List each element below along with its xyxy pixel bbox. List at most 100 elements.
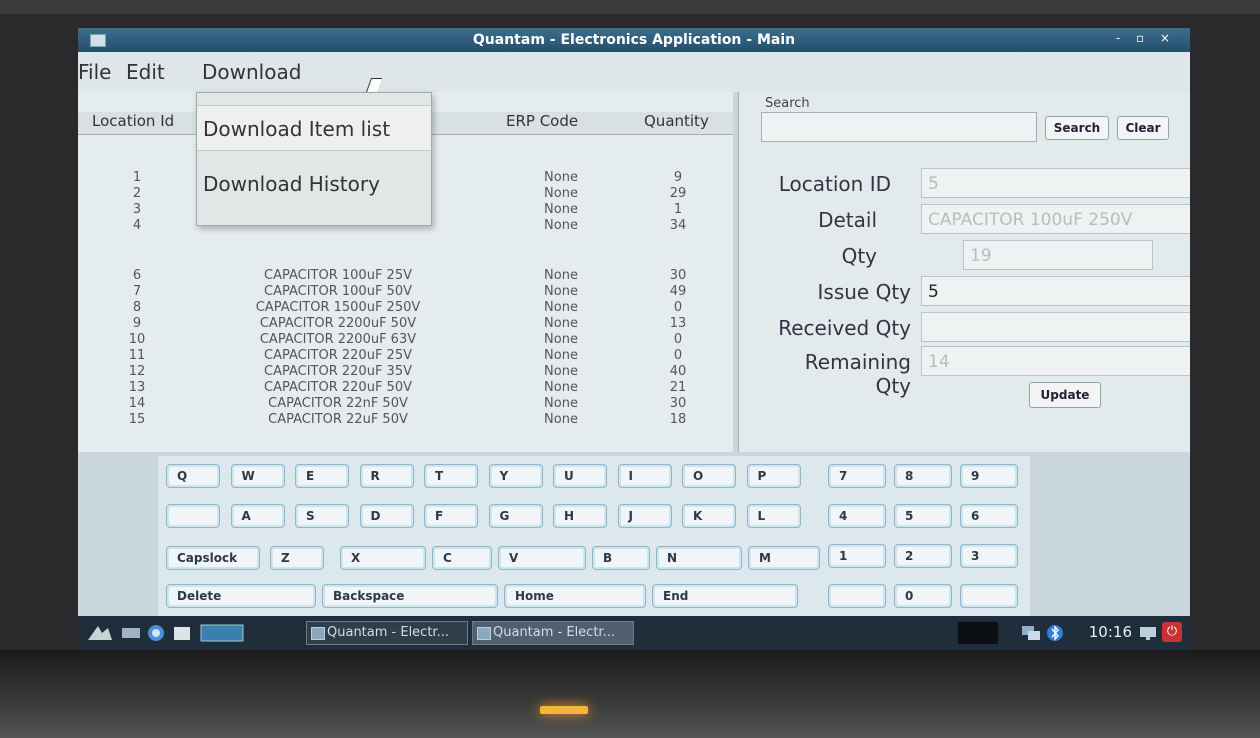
cell-location-id: 12 [128, 364, 146, 379]
menu-edit[interactable]: Edit [126, 60, 165, 84]
cell-erp-code: None [544, 202, 578, 217]
table-row[interactable]: 11 CAPACITOR 220uF 25V None 0 [78, 348, 733, 364]
cell-erp-code: None [544, 170, 578, 185]
table-row[interactable]: 12 CAPACITOR 220uF 35V None 40 [78, 364, 733, 380]
key-b[interactable]: B [592, 546, 650, 570]
remaining-qty-field[interactable]: 14 [921, 346, 1190, 376]
key-o[interactable]: O [682, 464, 736, 488]
table-row[interactable]: 14 CAPACITOR 22nF 50V None 30 [78, 396, 733, 412]
key-backspace[interactable]: Backspace [322, 584, 498, 608]
menu-item-download-history[interactable]: Download History [197, 161, 431, 207]
qty-field[interactable]: 19 [963, 240, 1153, 270]
desktop-icon[interactable] [120, 624, 142, 642]
menu-icon[interactable] [86, 624, 114, 642]
key-c[interactable]: C [432, 546, 492, 570]
network-icon[interactable] [1020, 624, 1042, 642]
column-header-erp-code[interactable]: ERP Code [506, 112, 578, 134]
key-y[interactable]: Y [488, 464, 543, 488]
files-icon[interactable] [172, 624, 192, 642]
table-row[interactable]: 7 CAPACITOR 100uF 50V None 49 [78, 284, 733, 300]
table-row[interactable]: 13 CAPACITOR 220uF 50V None 21 [78, 380, 733, 396]
key-s[interactable]: S [295, 504, 349, 528]
table-row[interactable]: 15 CAPACITOR 22uF 50V None 18 [78, 412, 733, 428]
cell-erp-code: None [544, 364, 578, 379]
key-8[interactable]: 8 [894, 464, 952, 488]
update-button[interactable]: Update [1029, 382, 1101, 408]
cell-description: CAPACITOR 22nF 50V [268, 396, 408, 411]
menu-item-download-item-list[interactable]: Download Item list [197, 105, 431, 151]
detail-field[interactable]: CAPACITOR 100uF 250V [921, 204, 1190, 234]
window-controls[interactable]: - ▫ × [1116, 31, 1176, 45]
clear-button[interactable]: Clear [1117, 116, 1169, 140]
terminal-icon[interactable] [200, 624, 244, 642]
key-delete[interactable]: Delete [166, 584, 316, 608]
browser-icon[interactable] [146, 624, 166, 642]
search-button[interactable]: Search [1045, 116, 1109, 140]
key-w[interactable]: W [230, 464, 285, 488]
key-x[interactable]: X [340, 546, 426, 570]
key-k[interactable]: K [682, 504, 736, 528]
taskbar: Quantam - Electr... Quantam - Electr... … [78, 616, 1190, 650]
detail-label: Detail [818, 208, 877, 232]
key-f[interactable]: F [424, 504, 478, 528]
key-n[interactable]: N [656, 546, 742, 570]
key-2[interactable]: 2 [894, 544, 952, 568]
location-id-field[interactable]: 5 [921, 168, 1190, 198]
key-6[interactable]: 6 [960, 504, 1018, 528]
key-j[interactable]: J [617, 504, 672, 528]
key-h[interactable]: H [553, 504, 607, 528]
key-q[interactable]: Q [166, 464, 220, 488]
cell-location-id: 8 [132, 300, 142, 315]
received-qty-field[interactable] [921, 312, 1190, 342]
taskbar-window-1[interactable]: Quantam - Electr... [306, 621, 468, 645]
cell-description: CAPACITOR 220uF 50V [264, 380, 412, 395]
key-e[interactable]: E [295, 464, 349, 488]
key-blank[interactable] [960, 584, 1018, 608]
key-d[interactable]: D [359, 504, 414, 528]
menu-file[interactable]: File [78, 60, 111, 84]
key-0[interactable]: 0 [894, 584, 952, 608]
key-v[interactable]: V [498, 546, 586, 570]
key-home[interactable]: Home [504, 584, 646, 608]
table-row[interactable]: 8 CAPACITOR 1500uF 250V None 0 [78, 300, 733, 316]
key-a[interactable]: A [230, 504, 285, 528]
column-header-quantity[interactable]: Quantity [644, 112, 709, 134]
key-g[interactable]: G [488, 504, 543, 528]
cell-erp-code: None [544, 218, 578, 233]
key-1[interactable]: 1 [828, 544, 886, 568]
key-z[interactable]: Z [270, 546, 324, 570]
table-row[interactable]: 10 CAPACITOR 2200uF 63V None 0 [78, 332, 733, 348]
window-icon [477, 627, 491, 640]
issue-qty-field[interactable]: 5 [921, 276, 1190, 306]
power-icon[interactable]: ⏻ [1162, 622, 1182, 642]
key-7[interactable]: 7 [828, 464, 886, 488]
key-4[interactable]: 4 [828, 504, 886, 528]
key-u[interactable]: U [553, 464, 607, 488]
key-5[interactable]: 5 [894, 504, 952, 528]
key-i[interactable]: I [617, 464, 672, 488]
key-p[interactable]: P [746, 464, 801, 488]
key-r[interactable]: R [359, 464, 414, 488]
table-row[interactable]: 6 CAPACITOR 100uF 25V None 30 [78, 268, 733, 284]
key-blank[interactable] [166, 504, 220, 528]
key-9[interactable]: 9 [960, 464, 1018, 488]
key-m[interactable]: M [748, 546, 820, 570]
download-dropdown: Download Item list Download History [196, 92, 432, 226]
bluetooth-icon[interactable] [1046, 624, 1064, 642]
key-blank[interactable] [828, 584, 886, 608]
key-t[interactable]: T [424, 464, 478, 488]
menu-download[interactable]: Download [202, 60, 301, 84]
taskbar-window-2[interactable]: Quantam - Electr... [472, 621, 634, 645]
column-header-location-id[interactable]: Location Id [92, 112, 174, 134]
cell-quantity: 0 [673, 332, 683, 347]
screen-icon[interactable] [1138, 624, 1158, 642]
search-input[interactable] [761, 112, 1037, 142]
cell-erp-code: None [544, 268, 578, 283]
key-end[interactable]: End [652, 584, 798, 608]
cell-quantity: 9 [673, 170, 683, 185]
key-3[interactable]: 3 [960, 544, 1018, 568]
key-l[interactable]: L [746, 504, 801, 528]
key-capslock[interactable]: Capslock [166, 546, 260, 570]
cell-description: CAPACITOR 22uF 50V [268, 412, 408, 427]
table-row[interactable]: 9 CAPACITOR 2200uF 50V None 13 [78, 316, 733, 332]
